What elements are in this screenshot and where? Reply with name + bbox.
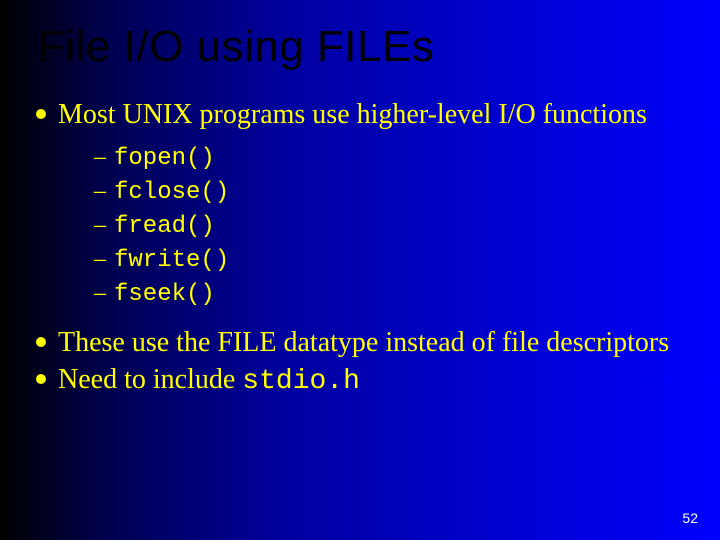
dash-icon: – [94,141,106,174]
bullet-item: Most UNIX programs use higher-level I/O … [36,98,720,131]
sub-item: – fread() [94,209,720,243]
sub-item: – fclose() [94,175,720,209]
sub-item: – fwrite() [94,243,720,277]
code-text: fwrite() [114,244,229,277]
bullet-icon [36,374,46,384]
bullet-icon [36,337,46,347]
dash-icon: – [94,277,106,310]
dash-icon: – [94,175,106,208]
code-text: fread() [114,210,215,243]
dash-icon: – [94,209,106,242]
bullet-text: Need to include stdio.h [58,363,360,398]
slide-title: File I/O using FILEs [0,0,720,72]
bullet-text: These use the FILE datatype instead of f… [58,326,669,359]
code-text: fseek() [114,278,215,311]
code-text: fopen() [114,142,215,175]
bullet-item: These use the FILE datatype instead of f… [36,326,720,359]
dash-icon: – [94,243,106,276]
sub-list: – fopen() – fclose() – fread() – fwrite(… [36,135,720,326]
code-text: stdio.h [242,366,360,397]
page-number: 52 [682,510,698,526]
bullet-text-prefix: Need to include [58,364,242,395]
slide-content: Most UNIX programs use higher-level I/O … [0,72,720,398]
bullet-text: Most UNIX programs use higher-level I/O … [58,98,647,131]
bullet-item: Need to include stdio.h [36,363,720,398]
code-text: fclose() [114,176,229,209]
sub-item: – fopen() [94,141,720,175]
sub-item: – fseek() [94,277,720,311]
bullet-icon [36,109,46,119]
